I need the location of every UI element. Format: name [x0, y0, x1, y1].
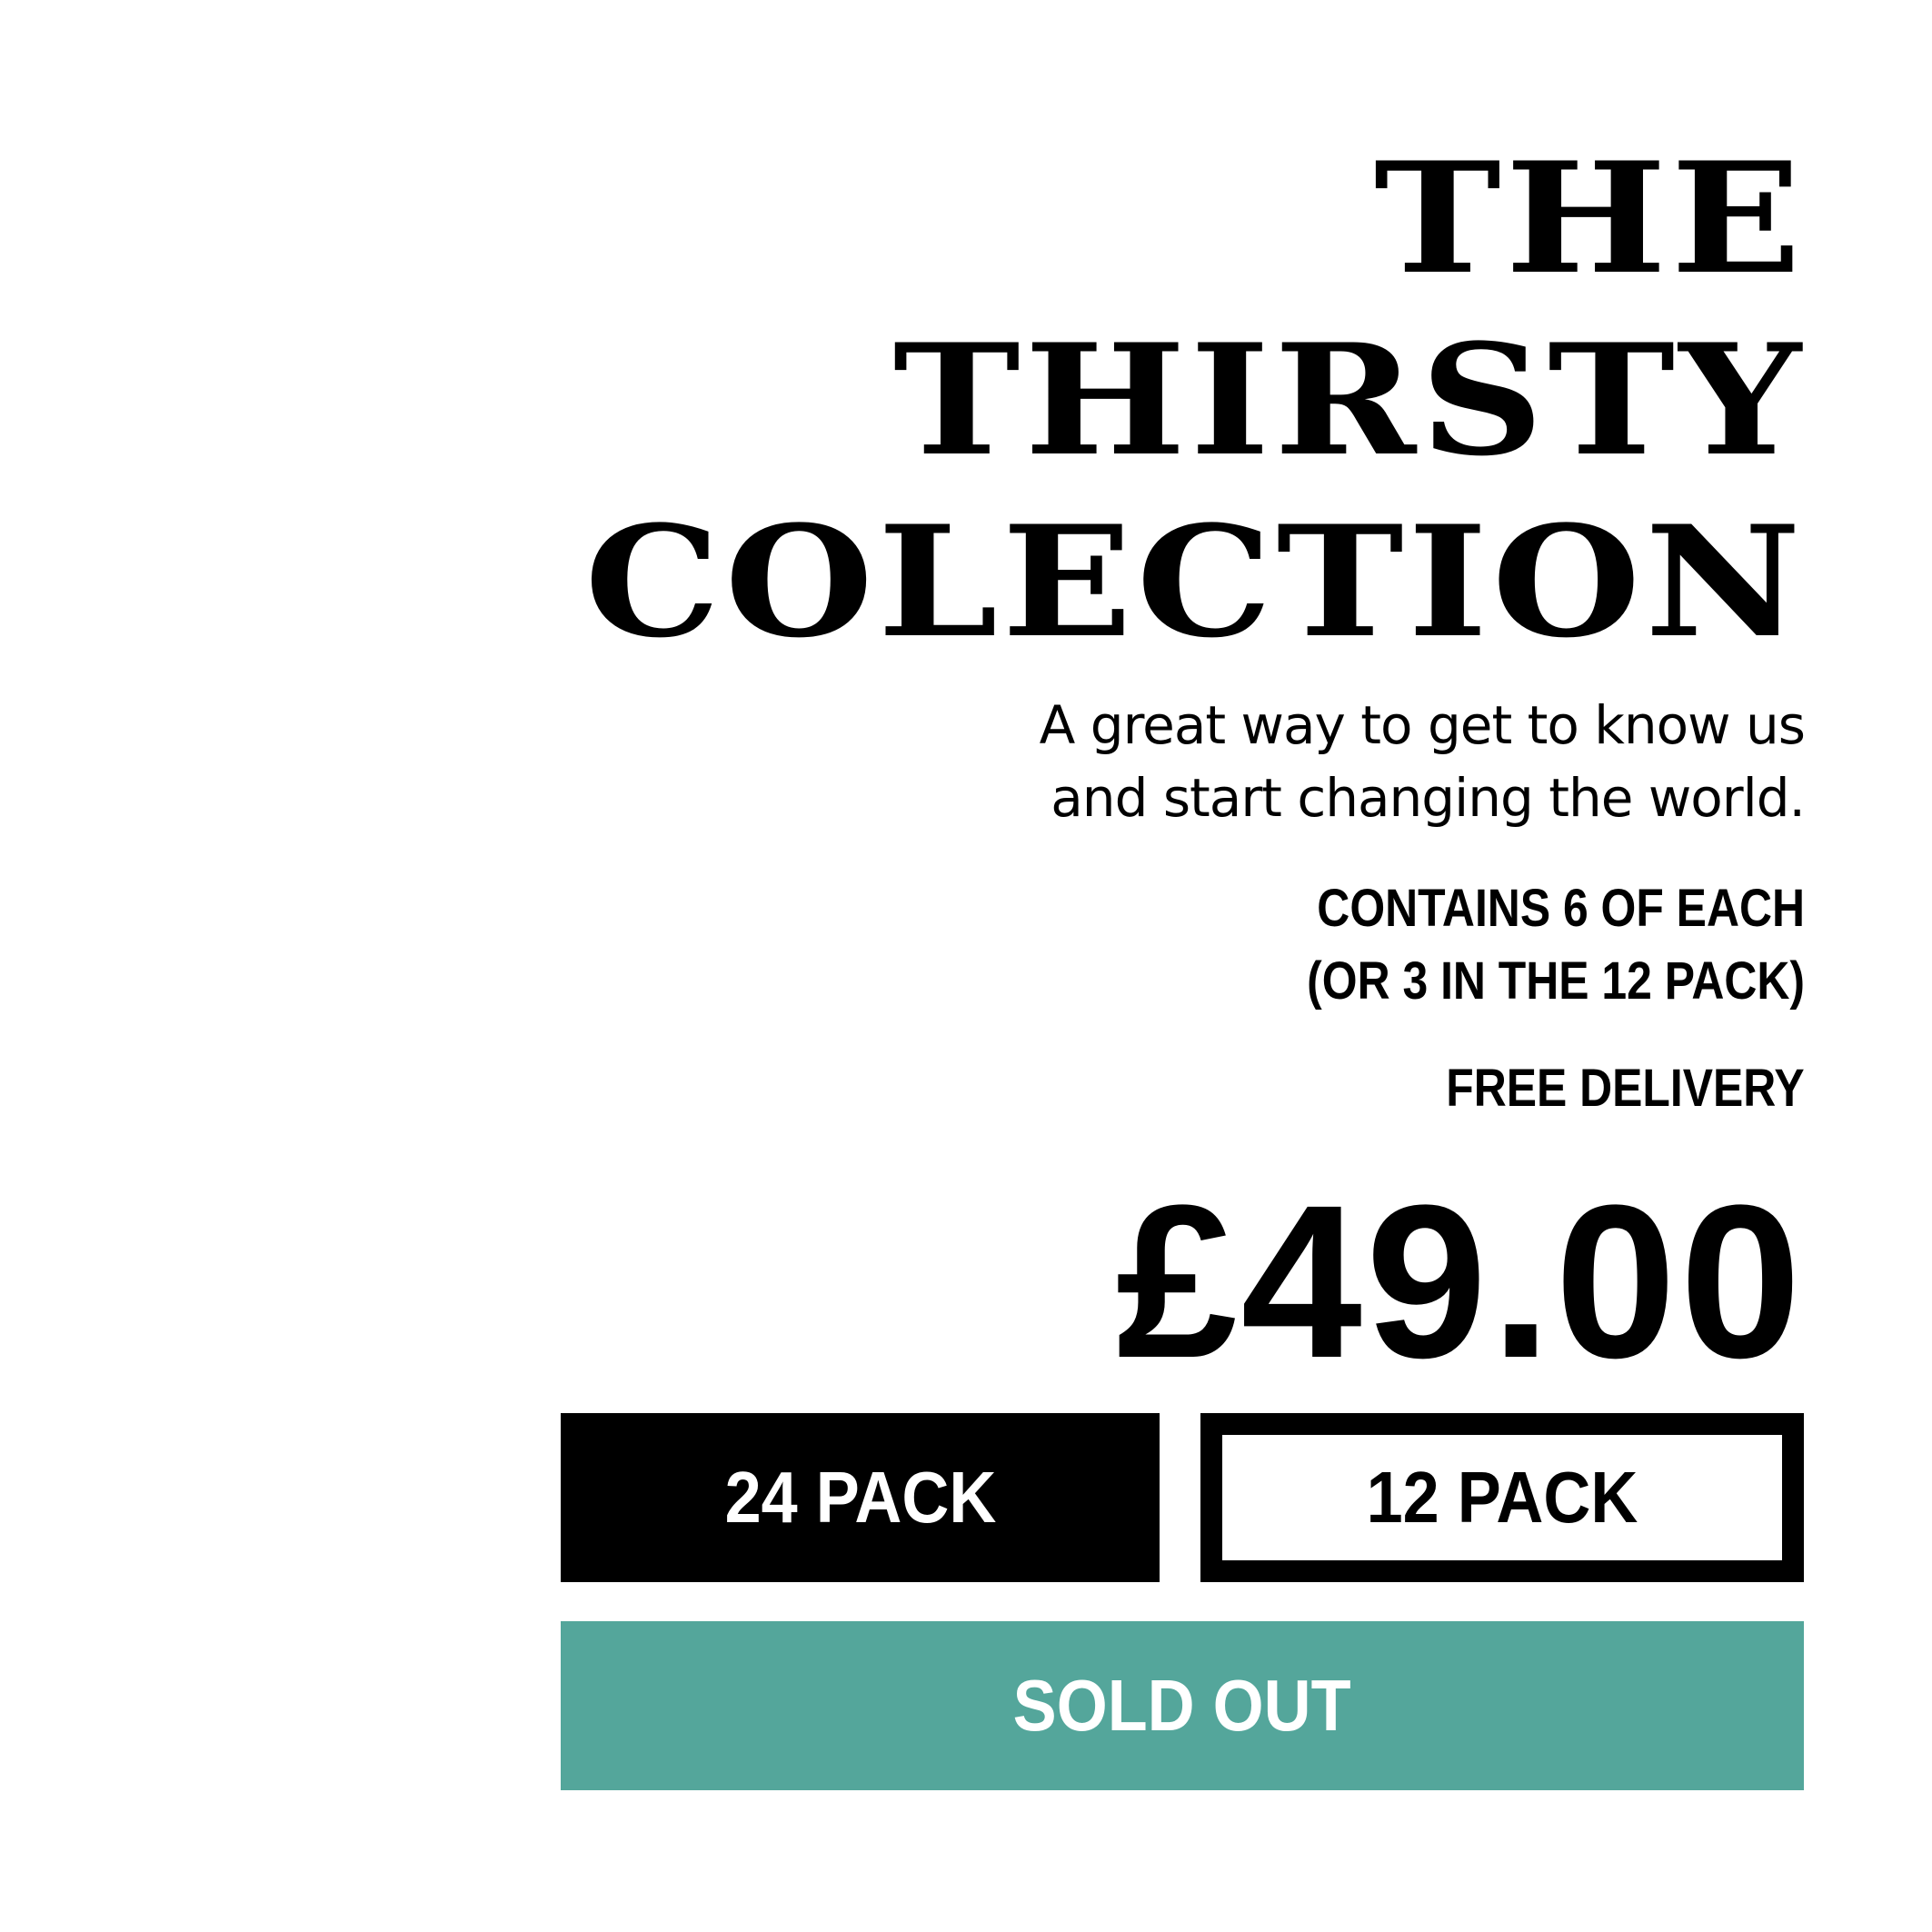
product-title: THE THIRSTY COLECTION — [584, 127, 1805, 672]
sold-out-button[interactable]: SOLD OUT — [561, 1621, 1804, 1790]
pack-option-12-button[interactable]: 12 PACK — [1200, 1413, 1804, 1582]
delivery-note: FREE DELIVERY — [1446, 1059, 1805, 1118]
tagline-line-1: A great way to get to know us — [1039, 694, 1806, 756]
pack-option-24-label: 24 PACK — [724, 1457, 996, 1538]
product-title-line-3: COLECTION — [583, 492, 1805, 672]
pack-contents-note: CONTAINS 6 OF EACH (OR 3 IN THE 12 PACK) — [1307, 872, 1805, 1018]
product-title-line-2: THIRSTY — [892, 310, 1805, 490]
product-tagline: A great way to get to know us and start … — [896, 689, 1806, 834]
contents-line-1: CONTAINS 6 OF EACH — [1317, 879, 1805, 938]
pack-option-24-button[interactable]: 24 PACK — [561, 1413, 1160, 1582]
contents-line-2: (OR 3 IN THE 12 PACK) — [1307, 951, 1805, 1011]
product-price: £49.00 — [1115, 1160, 1805, 1403]
pack-option-12-label: 12 PACK — [1366, 1457, 1638, 1538]
product-panel: THE THIRSTY COLECTION A great way to get… — [0, 0, 1932, 1932]
tagline-line-2: and start changing the world. — [1051, 767, 1806, 829]
sold-out-label: SOLD OUT — [1012, 1665, 1351, 1746]
product-title-line-1: THE — [1373, 128, 1805, 308]
